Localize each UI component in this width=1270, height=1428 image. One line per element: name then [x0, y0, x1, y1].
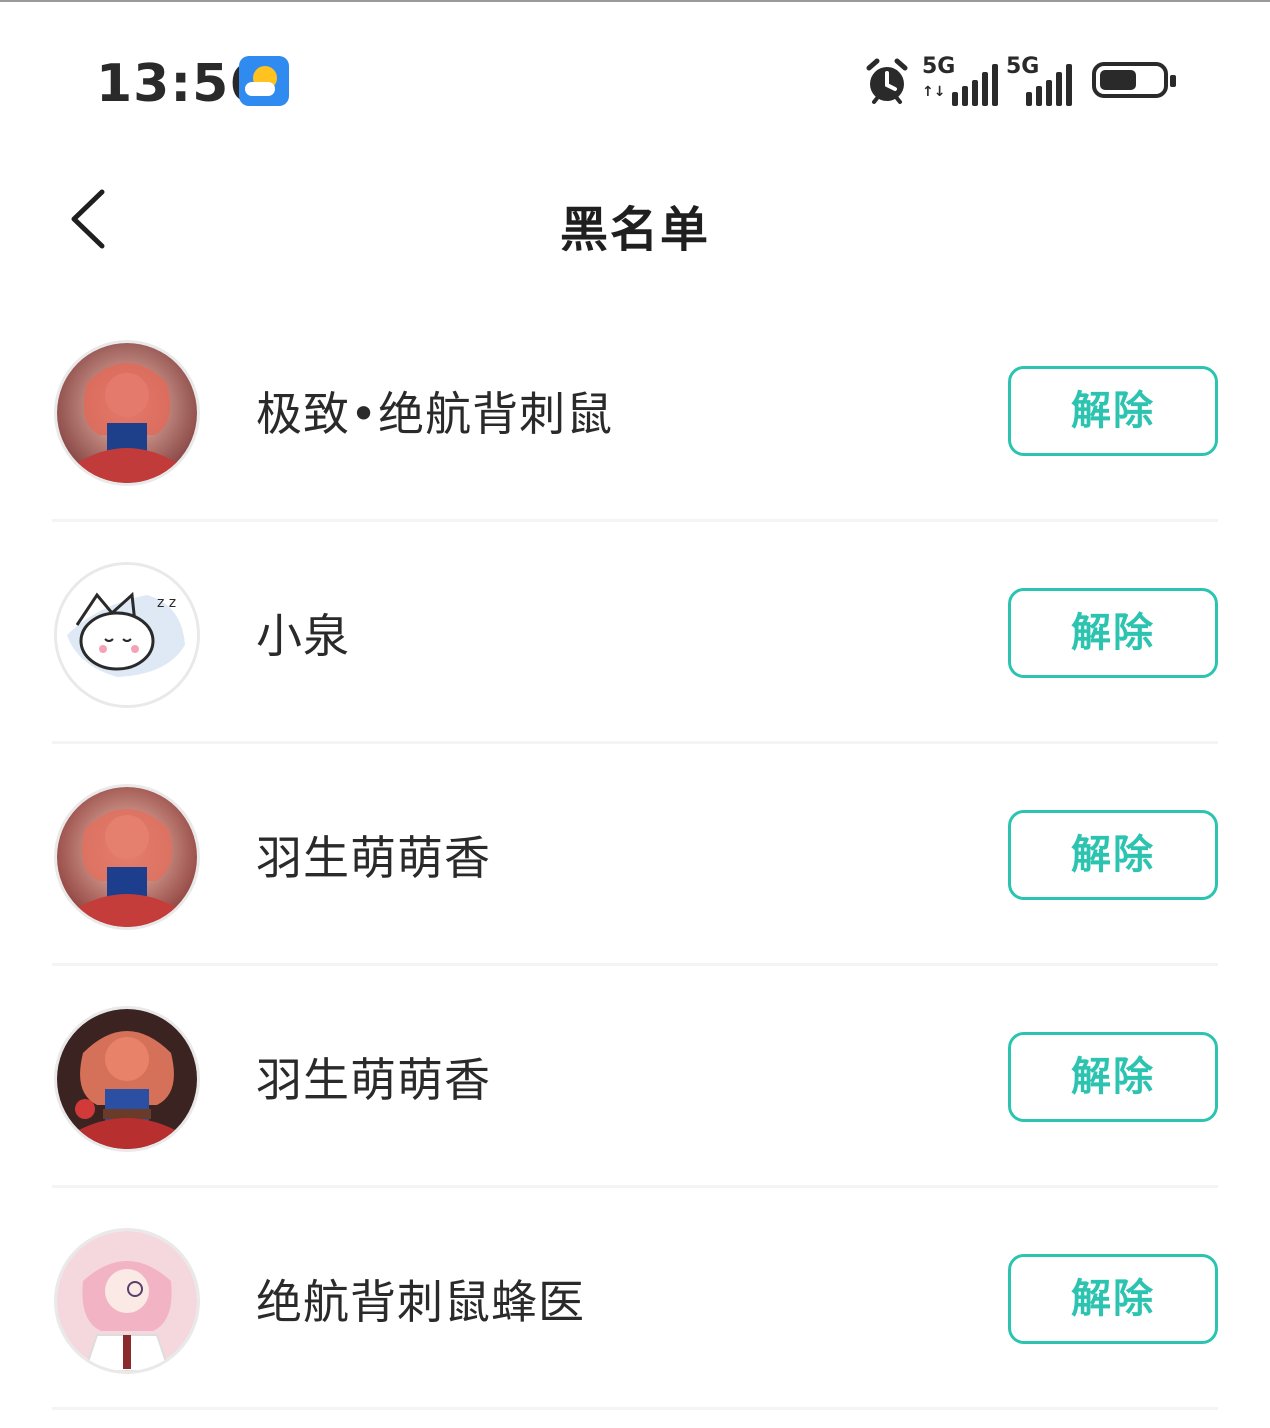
svg-text:z z: z z: [157, 595, 176, 611]
signal-icon: 5G ↑↓: [922, 54, 998, 106]
list-item: 极致•绝航背刺鼠 解除: [0, 300, 1270, 522]
top-edge-line: [0, 0, 1270, 2]
list-item: z z 小泉 解除: [0, 522, 1270, 744]
avatar[interactable]: [54, 1228, 200, 1374]
signal-icon: 5G: [1006, 54, 1078, 106]
avatar[interactable]: [54, 1006, 200, 1152]
user-name: 小泉: [256, 609, 350, 663]
unblock-button[interactable]: 解除: [1008, 588, 1218, 678]
network-type-1: 5G: [922, 54, 956, 79]
anime-avatar-icon: [57, 1009, 197, 1149]
user-name: 极致•绝航背刺鼠: [256, 387, 614, 441]
page-title: 黑名单: [559, 202, 710, 258]
anime-avatar-icon: [57, 343, 197, 483]
unblock-button[interactable]: 解除: [1008, 1254, 1218, 1344]
user-name: 羽生萌萌香: [256, 831, 491, 885]
network-type-2: 5G: [1006, 54, 1040, 79]
unblock-button[interactable]: 解除: [1008, 366, 1218, 456]
data-arrows-icon: ↑↓: [922, 84, 946, 100]
user-name: 羽生萌萌香: [256, 1053, 491, 1107]
unblock-button[interactable]: 解除: [1008, 1032, 1218, 1122]
unblock-button[interactable]: 解除: [1008, 810, 1218, 900]
divider: [52, 1407, 1218, 1410]
status-bar: 13:56 5G ↑↓ 5G: [0, 40, 1270, 124]
battery-icon: [1092, 62, 1176, 98]
weather-icon: [239, 56, 289, 106]
avatar[interactable]: [54, 784, 200, 930]
user-name: 绝航背刺鼠蜂医: [256, 1275, 585, 1329]
list-item: 绝航背刺鼠蜂医 解除: [0, 1188, 1270, 1410]
status-indicators: 5G ↑↓ 5G: [864, 54, 1178, 110]
anime-avatar-icon: [57, 787, 197, 927]
sleeping-cat-icon: z z: [57, 565, 197, 705]
anime-avatar-icon: [57, 1231, 197, 1371]
blocked-user-list: 极致•绝航背刺鼠 解除 z z 小泉 解除 羽生萌萌香 解除 羽生萌萌香 解除 …: [0, 300, 1270, 1410]
list-item: 羽生萌萌香 解除: [0, 966, 1270, 1188]
avatar[interactable]: z z: [54, 562, 200, 708]
list-item: 羽生萌萌香 解除: [0, 744, 1270, 966]
nav-header: 黑名单: [0, 160, 1270, 280]
alarm-icon: [866, 58, 908, 104]
avatar[interactable]: [54, 340, 200, 486]
